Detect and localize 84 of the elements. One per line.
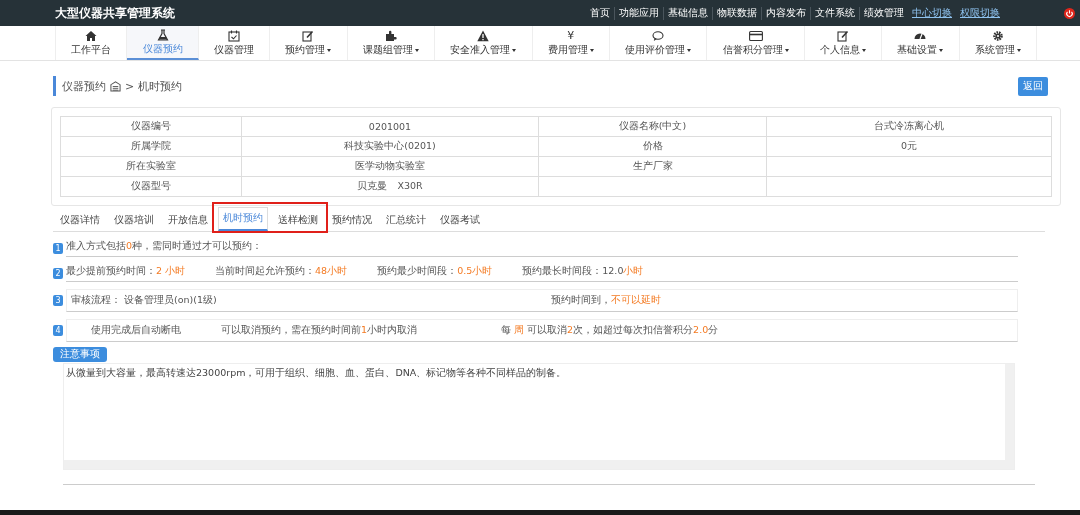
tab[interactable]: 仪器详情 (56, 210, 104, 231)
rule-text: 预约时间到，不可以延时 (551, 294, 661, 307)
tab[interactable]: 仪器考试 (436, 210, 484, 231)
edit-icon (302, 29, 315, 42)
notes-field[interactable]: 从微量到大容量，最高转速达23000rpm，可用于组织、细胞、血、蛋白、DNA、标记物等各种不同样品的制备。 (63, 363, 1015, 470)
top-link[interactable]: 首页 (586, 6, 614, 20)
top-link[interactable]: 绩效管理 (859, 6, 908, 20)
rule-text: 每 周 可以取消2次，如超过每次扣信誉积分2.0分 (501, 324, 719, 337)
tab[interactable]: 仪器培训 (110, 210, 158, 231)
step-badge: 2 (53, 267, 63, 279)
table-cell: 医学动物实验室 (355, 160, 425, 171)
step-badge: 3 (53, 295, 63, 306)
tab[interactable]: 汇总统计 (382, 210, 430, 231)
top-link[interactable]: 功能应用 (614, 6, 663, 20)
rule-text: 当前时间起允许预约：48小时 (215, 265, 348, 278)
caret-icon (939, 48, 944, 52)
table-cell: 所在实验室 (126, 160, 176, 171)
table-cell: 仪器型号 (131, 180, 171, 191)
warning-icon (477, 29, 490, 42)
rule-text: 最少提前预约时间：2 小时 (66, 265, 186, 278)
caret-icon (687, 48, 692, 52)
rule-text: 可以取消预约，需在预约时间前1小时内取消 (221, 324, 419, 337)
home-icon (85, 29, 98, 42)
comment-icon (652, 29, 665, 42)
notes-label: 注意事项 (53, 347, 107, 362)
building-icon (110, 80, 121, 92)
breadcrumb-current: 机时预约 (138, 78, 183, 94)
table-cell: 贝克曼 X30R (357, 180, 423, 191)
table-cell: 生产厂家 (632, 160, 673, 171)
top-link[interactable]: 物联数据 (712, 6, 761, 20)
yen-icon: ¥ (567, 29, 575, 42)
tab[interactable]: 开放信息 (164, 210, 212, 231)
table-cell: 价格 (642, 140, 663, 151)
nav-item[interactable]: 使用评价管理 (609, 26, 708, 60)
card-icon (748, 29, 763, 42)
rule-text: 使用完成后自动断电 (91, 324, 182, 337)
gear-icon (991, 29, 1004, 42)
caret-icon (862, 48, 866, 52)
nav-item[interactable]: 信誉积分管理 (707, 26, 805, 60)
nav-item[interactable]: 仪器管理 (198, 26, 271, 60)
nav-item[interactable]: 仪器预约 (127, 26, 199, 60)
top-link[interactable]: 权限切换 (956, 6, 1004, 20)
breadcrumb-separator: > (125, 79, 135, 93)
table-cell: 0201001 (368, 121, 412, 132)
nav-item[interactable]: 预约管理 (270, 26, 348, 60)
caret-icon (512, 48, 517, 52)
caret-icon (1016, 48, 1021, 52)
tab[interactable]: 送样检测 (274, 210, 322, 231)
caret-icon (327, 48, 332, 52)
rule-text: 预约最少时间段：0.5小时 (377, 265, 493, 278)
flask-icon (156, 28, 169, 41)
caret-icon (414, 48, 419, 52)
step-badge: 1 (53, 242, 63, 254)
nav-item[interactable]: 基础设置 (882, 26, 960, 60)
nav-item[interactable]: 系统管理 (959, 26, 1038, 60)
caret-icon (589, 48, 594, 52)
top-link[interactable]: 文件系统 (810, 6, 859, 20)
top-link[interactable]: 基础信息 (663, 6, 712, 20)
tab[interactable]: 预约情况 (328, 210, 376, 231)
app-title: 大型仪器共享管理系统 (55, 4, 175, 22)
nav-item[interactable]: 安全准入管理 (435, 26, 533, 60)
rule-text: 审核流程： 设备管理员(on)(1级) (71, 294, 218, 307)
caret-icon (784, 48, 789, 52)
nav-item[interactable]: ¥ 费用管理 (532, 26, 610, 60)
calendar-icon (228, 29, 241, 42)
table-cell: 所属学院 (131, 140, 171, 151)
table-cell: 仪器名称(中文) (618, 120, 687, 131)
tab[interactable]: 机时预约 (218, 207, 268, 231)
table-cell: 仪器编号 (131, 120, 171, 131)
table-cell: 0元 (900, 140, 917, 151)
rule-text: 准入方式包括0种，需同时通过才可以预约： (66, 240, 263, 253)
rule-text: 预约最长时间段：12.0小时 (522, 265, 644, 278)
top-link[interactable]: 内容发布 (761, 6, 810, 20)
top-link[interactable]: 中心切换 (908, 6, 956, 20)
edit-icon (837, 29, 849, 42)
power-icon[interactable] (1064, 7, 1075, 19)
nav-item[interactable]: 课题组管理 (347, 26, 436, 60)
breadcrumb-link[interactable]: 仪器预约 (62, 78, 106, 94)
table-cell: 科技实验中心(0201) (344, 140, 436, 151)
nav-item[interactable]: 个人信息 (804, 26, 883, 60)
puzzle-icon (384, 29, 397, 42)
notes-text: 从微量到大容量，最高转速达23000rpm，可用于组织、细胞、血、蛋白、DNA、标记物等各种不同样品的制备。 (66, 367, 567, 380)
table-cell: 台式冷冻离心机 (874, 120, 944, 131)
step-badge: 4 (53, 325, 63, 336)
